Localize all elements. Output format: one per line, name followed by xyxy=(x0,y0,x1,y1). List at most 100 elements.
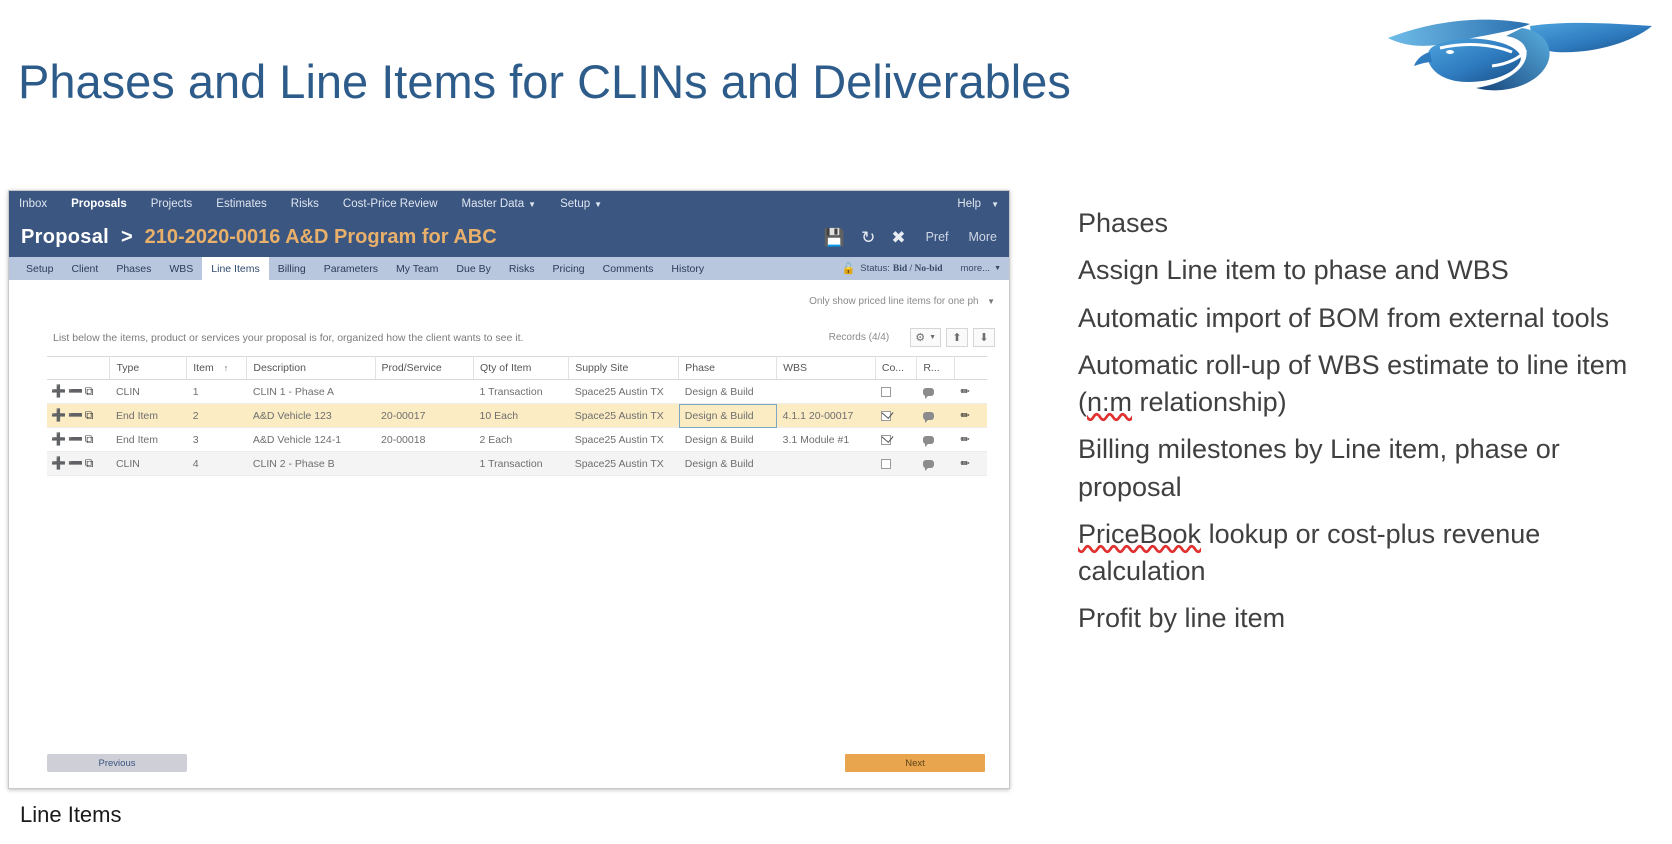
add-icon[interactable]: ➕ xyxy=(51,408,67,422)
nav-item-inbox[interactable]: Inbox xyxy=(19,198,47,210)
comment-bubble-icon[interactable] xyxy=(922,411,934,423)
cell-complete[interactable] xyxy=(875,403,917,428)
cell-wbs[interactable] xyxy=(776,379,876,404)
cell-description[interactable]: CLIN 2 - Phase B xyxy=(246,451,376,476)
cell-phase[interactable]: Design & Build xyxy=(678,379,777,404)
table-row[interactable]: ➕➖⧉ CLIN 1 CLIN 1 - Phase A 1 Transactio… xyxy=(47,379,987,404)
row-actions[interactable]: ➕➖⧉ xyxy=(47,403,110,428)
nav-item-projects[interactable]: Projects xyxy=(151,198,193,210)
nav-item-risks[interactable]: Risks xyxy=(291,198,319,210)
cell-remarks[interactable] xyxy=(916,451,955,476)
nav-item-setup[interactable]: Setup ▼ xyxy=(560,198,602,210)
tab-pricing[interactable]: Pricing xyxy=(544,257,594,280)
cell-item[interactable]: 4 xyxy=(186,451,247,476)
col-complete[interactable]: Co... xyxy=(875,356,918,380)
cell-qty[interactable]: 1 Transaction xyxy=(473,451,569,476)
tab-wbs[interactable]: WBS xyxy=(160,257,202,280)
cell-item[interactable]: 1 xyxy=(186,379,247,404)
remove-icon[interactable]: ➖ xyxy=(68,432,84,446)
cell-supply-site[interactable]: Space25 Austin TX xyxy=(568,379,679,404)
close-icon[interactable]: ✖ xyxy=(891,229,905,246)
checkbox-checked[interactable] xyxy=(881,410,892,421)
col-description[interactable]: Description xyxy=(246,356,376,380)
status-more-link[interactable]: more... xyxy=(961,263,991,274)
cell-item[interactable]: 3 xyxy=(186,427,247,452)
previous-button[interactable]: Previous xyxy=(47,754,187,772)
cell-prod-service[interactable]: 20-00018 xyxy=(375,427,474,452)
cell-type[interactable]: End Item xyxy=(109,427,187,452)
tab-risks[interactable]: Risks xyxy=(500,257,544,280)
comment-bubble-icon[interactable] xyxy=(922,387,934,399)
copy-icon[interactable]: ⧉ xyxy=(85,456,95,471)
save-icon[interactable]: 💾 xyxy=(824,229,845,246)
cell-type[interactable]: End Item xyxy=(109,403,187,428)
comment-bubble-icon[interactable] xyxy=(922,435,934,447)
tab-my-team[interactable]: My Team xyxy=(387,257,447,280)
row-actions[interactable]: ➕➖⧉ xyxy=(47,427,110,452)
cell-description[interactable]: A&D Vehicle 124-1 xyxy=(246,427,376,452)
comment-bubble-icon[interactable] xyxy=(922,459,934,471)
tab-history[interactable]: History xyxy=(662,257,713,280)
cell-description[interactable]: A&D Vehicle 123 xyxy=(246,403,376,428)
col-wbs[interactable]: WBS xyxy=(776,356,876,380)
cell-edit[interactable]: ✏ xyxy=(954,427,987,452)
table-row[interactable]: ➕➖⧉ CLIN 4 CLIN 2 - Phase B 1 Transactio… xyxy=(47,451,987,476)
cell-remarks[interactable] xyxy=(916,403,955,428)
chevron-down-icon[interactable]: ▼ xyxy=(987,297,995,306)
cell-phase[interactable]: Design & Build xyxy=(678,427,777,452)
cell-description[interactable]: CLIN 1 - Phase A xyxy=(246,379,376,404)
copy-icon[interactable]: ⧉ xyxy=(85,384,95,399)
col-phase[interactable]: Phase xyxy=(678,356,778,380)
add-icon[interactable]: ➕ xyxy=(51,384,67,398)
unlock-icon[interactable]: 🔓 xyxy=(842,262,856,275)
grid-upload-button[interactable]: ⬆ xyxy=(946,328,968,347)
cell-complete[interactable] xyxy=(875,451,917,476)
copy-icon[interactable]: ⧉ xyxy=(85,432,95,447)
pencil-icon[interactable]: ✏ xyxy=(960,410,969,422)
col-prod-service[interactable]: Prod/Service xyxy=(375,356,475,380)
row-actions[interactable]: ➕➖⧉ xyxy=(47,379,110,404)
pref-button[interactable]: Pref xyxy=(926,230,949,244)
table-row[interactable]: ➕➖⧉ End Item 3 A&D Vehicle 124-1 20-0001… xyxy=(47,427,987,452)
cell-edit[interactable]: ✏ xyxy=(954,379,987,404)
remove-icon[interactable]: ➖ xyxy=(68,384,84,398)
grid-download-button[interactable]: ⬇ xyxy=(973,328,995,347)
tab-setup[interactable]: Setup xyxy=(17,257,62,280)
cell-edit[interactable]: ✏ xyxy=(954,451,987,476)
cell-wbs[interactable]: 4.1.1 20-00017 xyxy=(776,403,876,428)
cell-supply-site[interactable]: Space25 Austin TX xyxy=(568,403,679,428)
cell-type[interactable]: CLIN xyxy=(109,451,187,476)
checkbox-unchecked[interactable] xyxy=(881,386,892,397)
add-icon[interactable]: ➕ xyxy=(51,432,67,446)
cell-phase[interactable]: Design & Build xyxy=(678,451,777,476)
cell-qty[interactable]: 10 Each xyxy=(473,403,569,428)
col-supply-site[interactable]: Supply Site xyxy=(568,356,680,380)
cell-supply-site[interactable]: Space25 Austin TX xyxy=(568,451,679,476)
nav-item-master-data[interactable]: Master Data ▼ xyxy=(462,198,537,210)
tab-comments[interactable]: Comments xyxy=(594,257,663,280)
cell-type[interactable]: CLIN xyxy=(109,379,187,404)
nav-item-estimates[interactable]: Estimates xyxy=(216,198,267,210)
nav-item-proposals[interactable]: Proposals xyxy=(71,198,127,210)
pencil-icon[interactable]: ✏ xyxy=(960,386,969,398)
cell-prod-service[interactable] xyxy=(375,451,474,476)
cell-complete[interactable] xyxy=(875,379,917,404)
tab-due-by[interactable]: Due By xyxy=(447,257,499,280)
refresh-icon[interactable]: ↻ xyxy=(861,229,875,246)
cell-supply-site[interactable]: Space25 Austin TX xyxy=(568,427,679,452)
tab-parameters[interactable]: Parameters xyxy=(315,257,387,280)
tab-client[interactable]: Client xyxy=(62,257,107,280)
col-type[interactable]: Type xyxy=(109,356,188,380)
remove-icon[interactable]: ➖ xyxy=(68,408,84,422)
cell-edit[interactable]: ✏ xyxy=(954,403,987,428)
tab-phases[interactable]: Phases xyxy=(107,257,160,280)
pencil-icon[interactable]: ✏ xyxy=(960,458,969,470)
col-item[interactable]: Item ↑ xyxy=(186,356,248,380)
cell-qty[interactable]: 1 Transaction xyxy=(473,379,569,404)
cell-phase[interactable]: Design & Build xyxy=(678,403,777,428)
checkbox-checked[interactable] xyxy=(881,434,892,445)
cell-prod-service[interactable]: 20-00017 xyxy=(375,403,474,428)
add-icon[interactable]: ➕ xyxy=(51,456,67,470)
row-actions[interactable]: ➕➖⧉ xyxy=(47,451,110,476)
copy-icon[interactable]: ⧉ xyxy=(85,408,95,423)
